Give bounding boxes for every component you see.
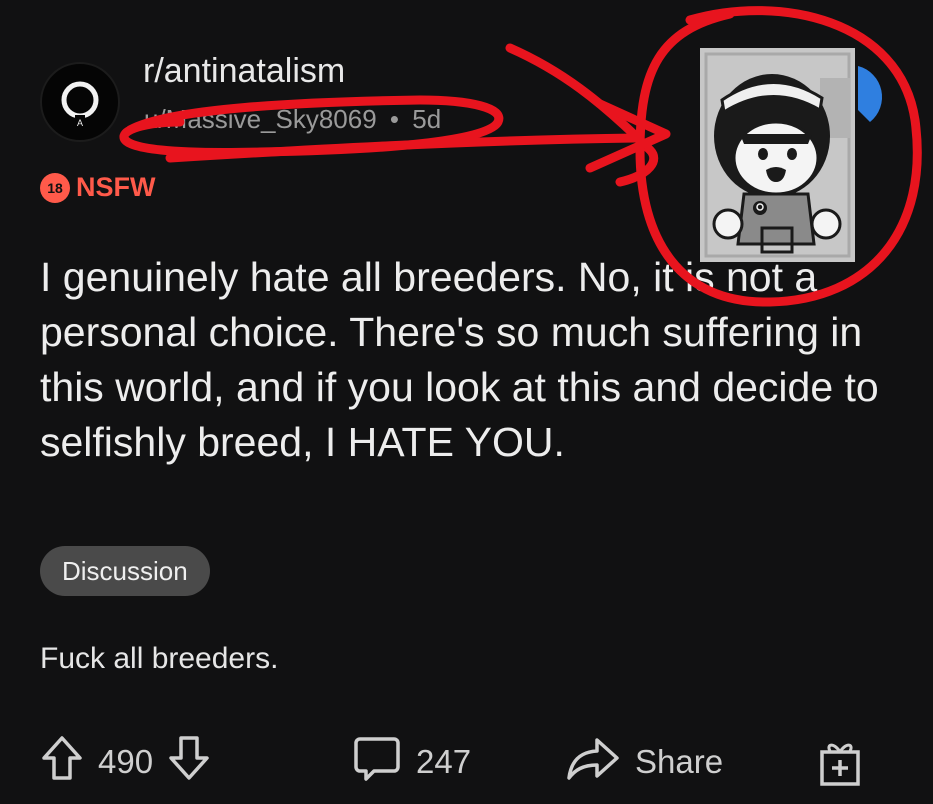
post-body: Fuck all breeders.	[40, 642, 279, 675]
meta-separator: •	[389, 104, 400, 134]
vote-group: 490	[40, 734, 211, 790]
award-button[interactable]	[812, 734, 868, 790]
comment-count: 247	[416, 743, 472, 780]
nsfw-tag: 18 NSFW	[40, 172, 155, 203]
share-arrow-icon	[565, 734, 621, 790]
nsfw-label: NSFW	[76, 172, 156, 202]
comment-bubble-icon	[352, 733, 402, 791]
arrow-down-icon[interactable]	[167, 734, 211, 790]
arrow-up-icon[interactable]	[40, 734, 84, 790]
gift-award-icon	[820, 743, 860, 786]
user-avatar-image	[700, 48, 855, 262]
nsfw-18-icon: 18	[40, 172, 70, 203]
cartoon-avatar-icon	[700, 48, 855, 262]
post-title[interactable]: I genuinely hate all breeders. No, it is…	[40, 250, 910, 470]
post-meta: u/Massive_Sky8069 • 5d	[144, 104, 441, 135]
author-name[interactable]: u/Massive_Sky8069	[144, 104, 377, 134]
antinatalism-logo-icon: A	[61, 81, 99, 128]
svg-text:A: A	[77, 118, 83, 128]
post-age: 5d	[412, 104, 442, 134]
subreddit-name[interactable]: r/antinatalism	[143, 52, 345, 91]
upvote-count: 490	[98, 743, 154, 780]
share-button[interactable]: Share	[565, 734, 723, 790]
share-label: Share	[635, 743, 724, 780]
subreddit-avatar[interactable]: A	[40, 62, 120, 142]
comments-button[interactable]: 247	[352, 734, 471, 790]
post-flair[interactable]: Discussion	[40, 546, 210, 596]
